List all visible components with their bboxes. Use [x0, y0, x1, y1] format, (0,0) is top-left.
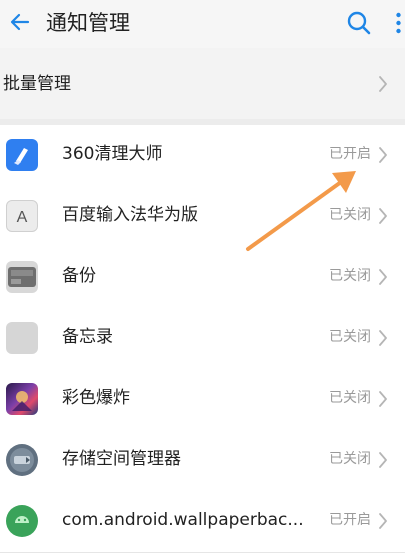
app-name: 备份: [62, 266, 96, 286]
batch-management-label: 批量管理: [3, 74, 71, 94]
chevron-right-icon: [379, 391, 387, 407]
notification-status: 已关闭: [329, 390, 371, 406]
notification-status: 已开启: [329, 146, 371, 162]
notification-status: 已关闭: [329, 207, 371, 223]
chevron-right-icon: [379, 76, 387, 92]
more-icon[interactable]: [392, 10, 405, 36]
notification-status: 已开启: [329, 512, 371, 528]
app-name: 百度输入法华为版: [62, 205, 198, 225]
app-name: 备忘录: [62, 327, 113, 347]
letter-a-icon: A: [6, 200, 38, 232]
list-item[interactable]: 备份 已关闭: [0, 247, 405, 309]
search-icon[interactable]: [346, 10, 372, 36]
notification-status: 已关闭: [329, 451, 371, 467]
notification-status: 已关闭: [329, 329, 371, 345]
notification-status: 已关闭: [329, 268, 371, 284]
top-bar: 通知管理: [0, 0, 405, 48]
game-art-icon: [6, 383, 38, 415]
back-arrow-icon[interactable]: [8, 10, 32, 34]
list-item[interactable]: A 百度输入法华为版 已关闭: [0, 186, 405, 248]
storage-disc-icon: [6, 444, 38, 476]
chevron-right-icon: [379, 208, 387, 224]
chevron-right-icon: [379, 330, 387, 346]
chevron-right-icon: [379, 269, 387, 285]
list-item[interactable]: 彩色爆炸 已关闭: [0, 369, 405, 431]
svg-text:A: A: [17, 209, 28, 226]
chevron-right-icon: [379, 147, 387, 163]
chevron-right-icon: [379, 452, 387, 468]
batch-management-row[interactable]: 批量管理: [0, 56, 405, 112]
app-name: 360清理大师: [62, 144, 163, 164]
list-item[interactable]: com.android.wallpaperbac... 已开启: [0, 491, 405, 553]
list-item[interactable]: 备忘录 已关闭: [0, 308, 405, 370]
list-item[interactable]: 存储空间管理器 已关闭: [0, 430, 405, 492]
app-name: com.android.wallpaperbac...: [62, 510, 304, 530]
blank-app-icon: [6, 322, 38, 354]
chevron-right-icon: [379, 513, 387, 529]
app-name: 存储空间管理器: [62, 449, 181, 469]
page-title: 通知管理: [46, 11, 130, 35]
sd-card-icon: [6, 261, 38, 293]
app-name: 彩色爆炸: [62, 388, 130, 408]
android-icon: [6, 505, 38, 537]
broom-icon: [6, 139, 38, 171]
list-item[interactable]: 360清理大师 已开启: [0, 125, 405, 187]
